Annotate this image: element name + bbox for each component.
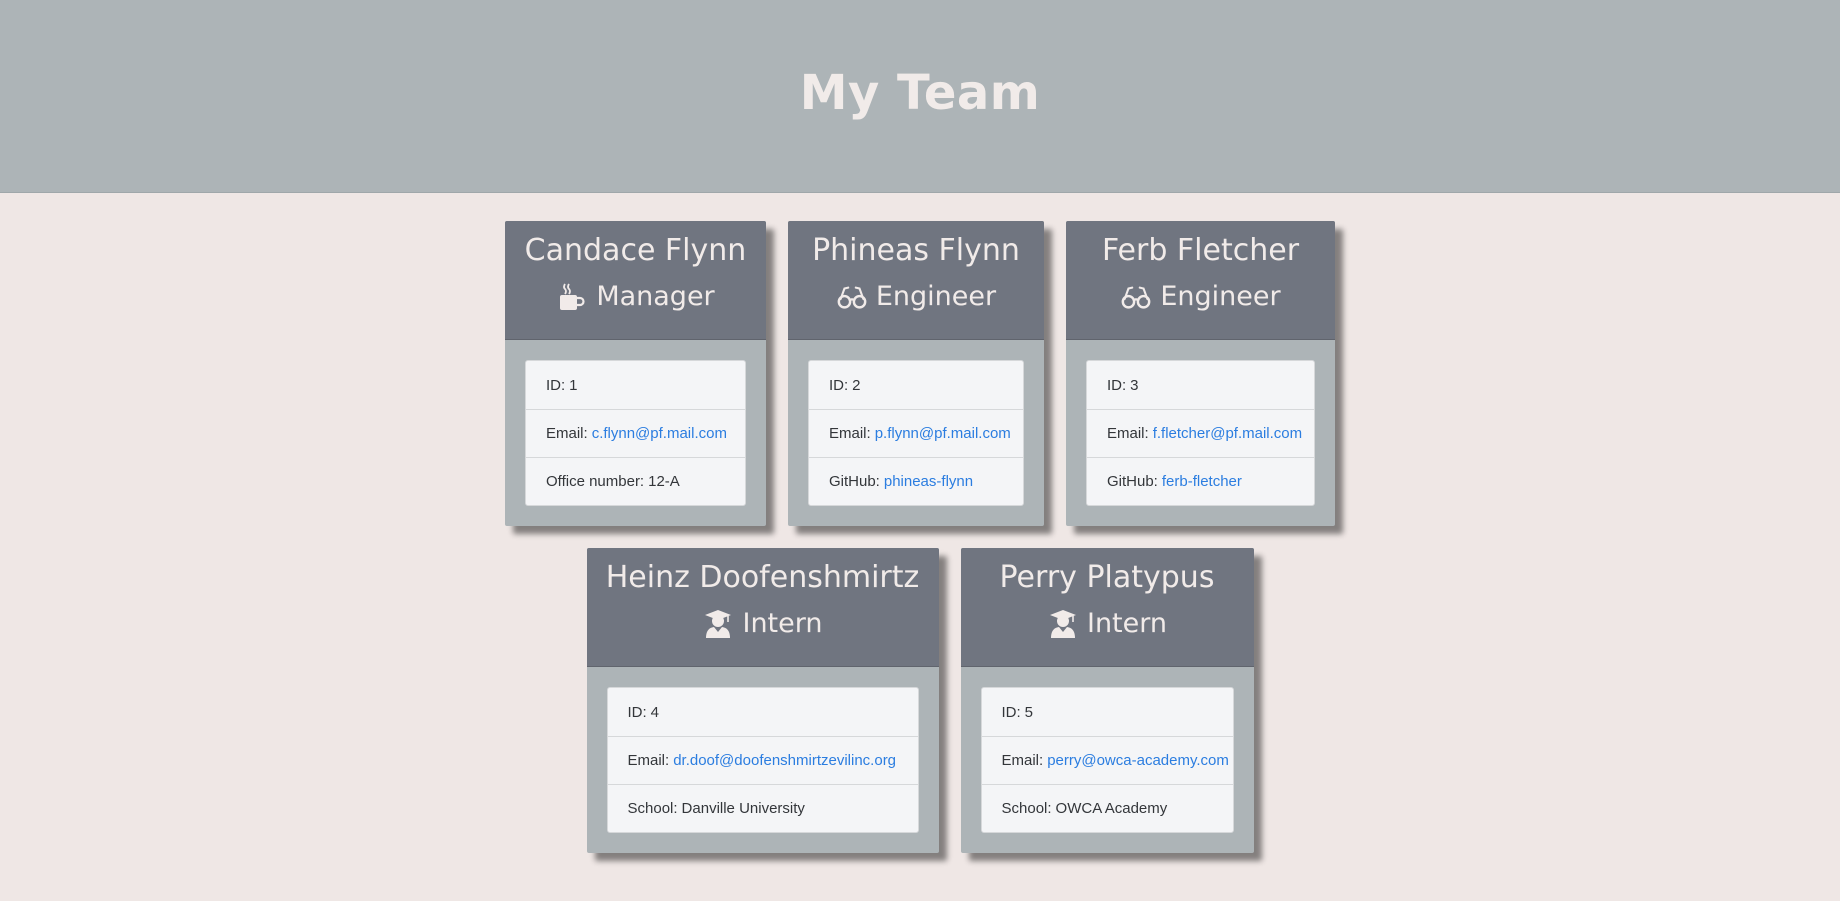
email-item-label: Email:	[1001, 752, 1044, 769]
email-item-label: Email:	[546, 425, 588, 442]
glasses-icon	[1120, 282, 1152, 312]
id-item-label: ID:	[627, 703, 647, 721]
employee-name: Perry Platypus	[999, 560, 1215, 595]
github-item-label: GitHub:	[829, 473, 880, 490]
employee-card: Heinz Doofenshmirtz Intern ID: 4 Email: dr.do…	[586, 548, 939, 853]
id-item: ID: 5	[982, 688, 1233, 736]
employee-role-label: Manager	[596, 281, 715, 312]
employee-card: Phineas Flynn Engineer ID: 2 Email: p.flynn@p…	[788, 221, 1044, 526]
id-item-label: ID:	[1107, 376, 1127, 394]
github-item: GitHub: phineas-flynn	[809, 457, 1023, 505]
employee-role-label: Intern	[1086, 608, 1167, 639]
employee-info-list: ID: 4 Email: dr.doof@doofenshmirtzevilinc.o…	[606, 687, 919, 833]
github-item-label: GitHub:	[1107, 473, 1158, 490]
id-item: ID: 4	[608, 688, 918, 736]
card-header: Phineas Flynn Engineer	[788, 221, 1044, 340]
id-item-value: 2	[852, 376, 861, 394]
glasses-icon	[836, 282, 868, 312]
card-body: ID: 3 Email: f.fletcher@pf.mail.com GitHub: f…	[1066, 340, 1335, 526]
graduate-icon	[1047, 609, 1079, 639]
email-item-link[interactable]: p.flynn@pf.mail.com	[875, 425, 1011, 442]
office-number-item-value: 12-A	[648, 473, 680, 490]
team-cards: Candace Flynn Manager ID: 1 Email: c.flynn@pf…	[0, 221, 1840, 901]
school-item-value: OWCA Academy	[1055, 800, 1168, 817]
page-title: My Team	[799, 65, 1041, 121]
employee-info-list: ID: 1 Email: c.flynn@pf.mail.com Office numb…	[525, 360, 746, 506]
employee-role-label: Intern	[742, 608, 823, 639]
employee-role-label: Engineer	[1160, 281, 1281, 312]
id-item: ID: 2	[809, 361, 1023, 409]
mug-icon	[556, 282, 588, 312]
office-number-item: Office number: 12-A	[526, 457, 745, 505]
id-item-label: ID:	[1001, 703, 1021, 721]
office-number-item-label: Office number:	[546, 473, 645, 490]
school-item-label: School:	[627, 800, 678, 817]
employee-role: Intern	[961, 606, 1254, 642]
github-item-link[interactable]: phineas-flynn	[884, 473, 973, 490]
card-body: ID: 2 Email: p.flynn@pf.mail.com GitHub: phin…	[788, 340, 1044, 526]
id-item-value: 3	[1130, 376, 1139, 394]
email-item-link[interactable]: dr.doof@doofenshmirtzevilinc.org	[673, 752, 896, 769]
email-item-label: Email:	[1107, 425, 1149, 442]
employee-card: Candace Flynn Manager ID: 1 Email: c.flynn@pf…	[505, 221, 766, 526]
id-item-label: ID:	[829, 376, 849, 394]
card-header: Perry Platypus Intern	[960, 548, 1254, 667]
id-item-value: 5	[1024, 703, 1034, 721]
employee-name: Ferb Fletcher	[1101, 233, 1300, 268]
email-item-link[interactable]: perry@owca-academy.com	[1047, 752, 1229, 769]
card-body: ID: 4 Email: dr.doof@doofenshmirtzevilinc.o…	[587, 667, 939, 853]
email-item-label: Email:	[627, 752, 670, 769]
card-body: ID: 1 Email: c.flynn@pf.mail.com Office numb…	[505, 340, 766, 526]
employee-card: Perry Platypus Intern ID: 5 Email: perry@owca…	[960, 548, 1254, 853]
email-item-label: Email:	[829, 425, 871, 442]
id-item: ID: 1	[526, 361, 745, 409]
employee-card: Ferb Fletcher Engineer ID: 3 Email: f.fletche…	[1066, 221, 1335, 526]
id-item-label: ID:	[546, 376, 566, 394]
employee-role: Manager	[505, 279, 766, 315]
card-header: Heinz Doofenshmirtz Intern	[586, 548, 939, 667]
email-item: Email: p.flynn@pf.mail.com	[809, 409, 1023, 457]
school-item: School: Danville University	[607, 784, 918, 832]
email-item-link[interactable]: c.flynn@pf.mail.com	[592, 425, 727, 442]
id-item: ID: 3	[1087, 361, 1314, 409]
email-item: Email: perry@owca-academy.com	[981, 736, 1233, 784]
employee-role: Intern	[587, 606, 939, 642]
team-row-1: Candace Flynn Manager ID: 1 Email: c.flynn@pf…	[0, 221, 1840, 526]
employee-name: Phineas Flynn	[812, 233, 1020, 268]
employee-role: Engineer	[788, 279, 1044, 315]
github-item: GitHub: ferb-fletcher	[1087, 457, 1314, 505]
card-body: ID: 5 Email: perry@owca-academy.com School: O…	[961, 667, 1254, 853]
employee-info-list: ID: 3 Email: f.fletcher@pf.mail.com GitHub: f…	[1086, 360, 1315, 506]
employee-info-list: ID: 5 Email: perry@owca-academy.com School: O…	[980, 687, 1234, 833]
graduate-icon	[702, 609, 734, 639]
card-header: Candace Flynn Manager	[505, 221, 766, 340]
id-item-value: 4	[650, 703, 660, 721]
employee-role: Engineer	[1066, 279, 1335, 315]
id-item-value: 1	[569, 376, 578, 394]
email-item-link[interactable]: f.fletcher@pf.mail.com	[1153, 425, 1302, 442]
email-item: Email: c.flynn@pf.mail.com	[526, 409, 745, 457]
email-item: Email: f.fletcher@pf.mail.com	[1087, 409, 1314, 457]
card-header: Ferb Fletcher Engineer	[1066, 221, 1335, 340]
page-header: My Team	[0, 0, 1840, 193]
github-item-link[interactable]: ferb-fletcher	[1162, 473, 1242, 490]
school-item-value: Danville University	[681, 800, 805, 817]
email-item: Email: dr.doof@doofenshmirtzevilinc.org	[607, 736, 918, 784]
school-item-label: School:	[1001, 800, 1052, 817]
school-item: School: OWCA Academy	[981, 784, 1233, 832]
employee-name: Heinz Doofenshmirtz	[605, 560, 920, 595]
employee-role-label: Engineer	[875, 281, 997, 312]
employee-name: Candace Flynn	[524, 233, 747, 268]
employee-info-list: ID: 2 Email: p.flynn@pf.mail.com GitHub: phin…	[808, 360, 1024, 506]
team-row-2: Heinz Doofenshmirtz Intern ID: 4 Email: dr.do…	[0, 548, 1840, 853]
